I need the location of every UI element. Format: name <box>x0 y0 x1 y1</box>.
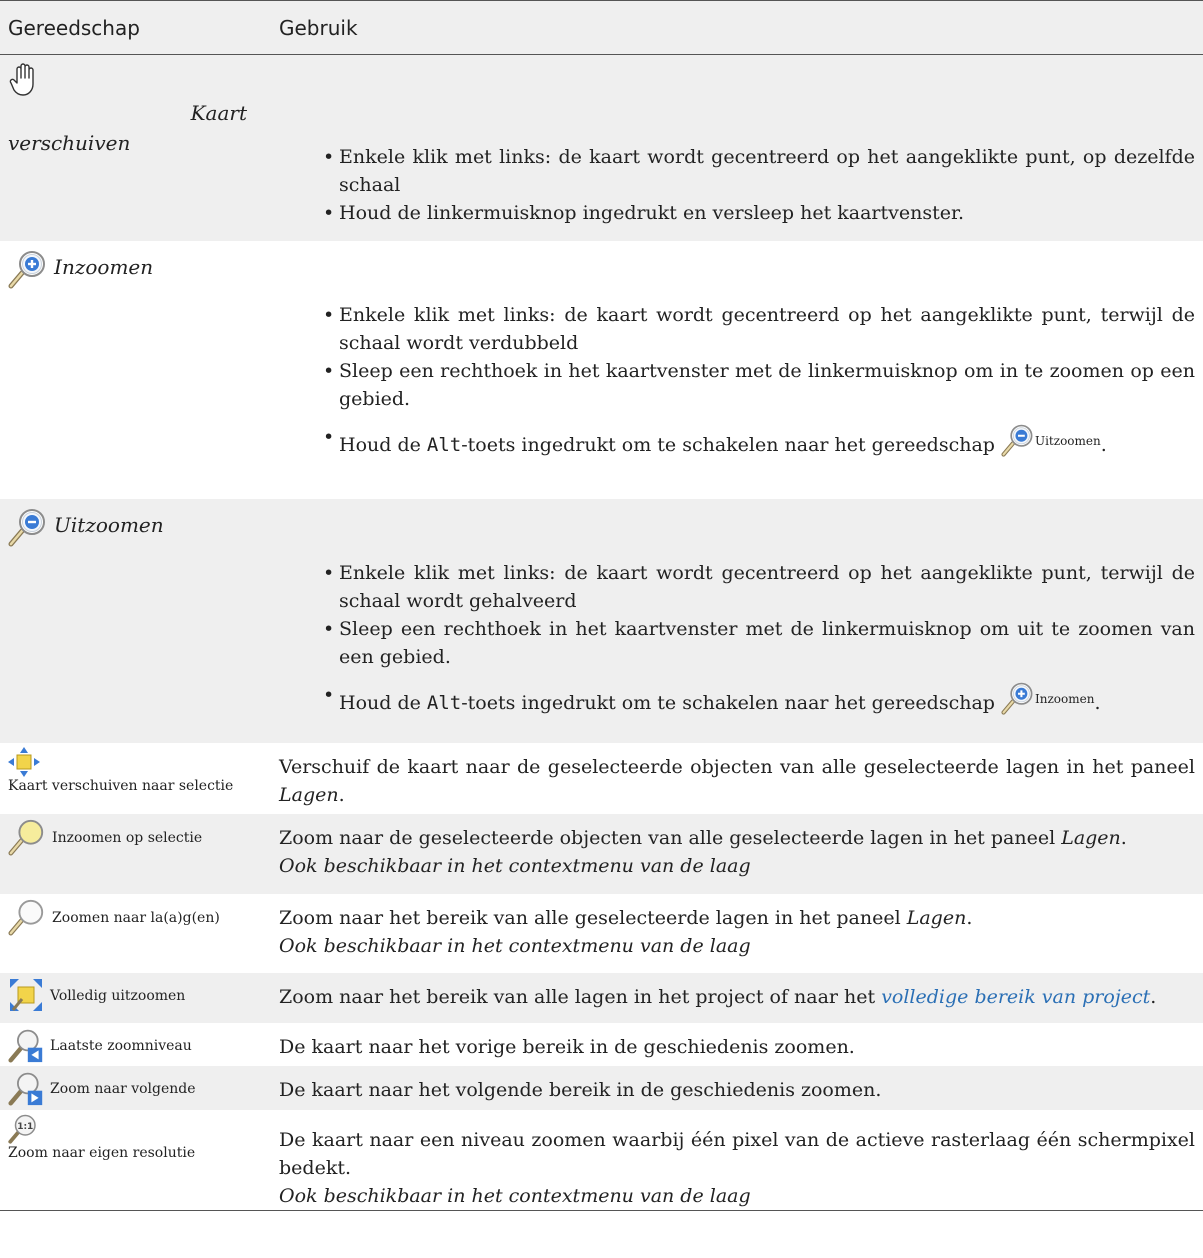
tool-ref: Uitzoomen <box>1034 433 1101 448</box>
tool-label: Inzoomen op selectie <box>52 829 203 846</box>
list-item: Sleep een rechthoek in het kaartvenster … <box>323 615 1195 671</box>
tool-cell: Zoom naar volgende <box>0 1066 271 1110</box>
tool-label-line2: verschuiven <box>8 131 131 155</box>
list-item: Houd de linkermuisknop ingedrukt en vers… <box>323 199 1195 227</box>
tool-cell: Volledig uitzoomen <box>0 973 271 1023</box>
tool-cell: Uitzoomen <box>0 499 271 743</box>
tool-label: Zoomen naar la(a)g(en) <box>52 909 220 926</box>
table-row: Inzoomen Enkele klik met links: de kaart… <box>0 241 1203 499</box>
usage-cell: Zoom naar het bereik van alle lagen in h… <box>279 985 1157 1008</box>
header-tool: Gereedschap <box>0 0 271 55</box>
panel-name: Lagen <box>906 906 967 929</box>
tool-cell: Zoomen naar la(a)g(en) <box>0 894 271 973</box>
tool-cell: Kaart verschuiven naar selectie <box>0 743 271 814</box>
tool-label: Zoom naar volgende <box>50 1080 196 1097</box>
project-extent-link[interactable]: volledige bereik van project <box>881 986 1150 1008</box>
alt-key: Alt <box>426 691 462 714</box>
table-row: Zoom naar volgende De kaart naar het vol… <box>0 1065 1203 1110</box>
zoom-last-icon <box>8 1029 50 1063</box>
usage-cell: De kaart naar het volgende bereik in de … <box>279 1078 882 1101</box>
list-item: Houd de Alt-toets ingedrukt om te schake… <box>323 423 1195 459</box>
table-row: Inzoomen op selectie Zoom naar de gesele… <box>0 813 1203 894</box>
alt-key: Alt <box>426 433 462 456</box>
table-header: Gereedschap Gebruik <box>0 0 1203 55</box>
tool-cell: Laatste zoomniveau <box>0 1023 271 1066</box>
tool-cell: Inzoomen op selectie <box>0 814 271 894</box>
zoom-next-icon <box>8 1072 50 1106</box>
table-row: Uitzoomen Enkele klik met links: de kaar… <box>0 498 1203 743</box>
table-row: 1:1 Zoom naar eigen resolutie De kaart n… <box>0 1110 1203 1211</box>
context-menu-note: Ook beschikbaar in het contextmenu van d… <box>279 854 751 877</box>
zoom-in-icon <box>8 257 54 279</box>
panel-name: Lagen <box>1061 826 1121 849</box>
table-row: Laatste zoomniveau De kaart naar het vor… <box>0 1023 1203 1066</box>
tool-label: Kaart verschuiven naar selectie <box>8 777 234 794</box>
usage-cell: Zoom naar de geselecteerde objecten van … <box>279 826 1127 877</box>
tool-ref: Inzoomen <box>1034 691 1095 706</box>
table-row: Volledig uitzoomen Zoom naar het bereik … <box>0 972 1203 1023</box>
header-usage: Gebruik <box>271 0 1203 55</box>
list-item: Enkele klik met links: de kaart wordt ge… <box>323 143 1195 199</box>
usage-cell: Zoom naar het bereik van alle geselectee… <box>279 906 973 957</box>
tool-label: Laatste zoomniveau <box>50 1037 192 1054</box>
context-menu-note: Ook beschikbaar in het contextmenu van d… <box>279 934 751 957</box>
zoom-actual-size-icon: 1:1 <box>8 1114 38 1144</box>
usage-cell: De kaart naar het vorige bereik in de ge… <box>279 1035 855 1058</box>
pan-hand-icon <box>8 63 40 96</box>
usage-cell: Verschuif de kaart naar de geselecteerde… <box>279 755 1195 806</box>
pan-to-selection-icon <box>8 746 40 777</box>
tool-cell: Inzoomen <box>0 241 271 499</box>
zoom-out-icon <box>8 515 54 537</box>
list-item: Houd de Alt-toets ingedrukt om te schake… <box>323 681 1195 717</box>
list-item: Enkele klik met links: de kaart wordt ge… <box>323 559 1195 615</box>
zoom-in-icon <box>1001 692 1035 714</box>
panel-name: Lagen <box>279 783 339 806</box>
svg-text:1:1: 1:1 <box>17 1122 33 1132</box>
zoom-to-selection-icon <box>8 819 52 856</box>
usage-cell: De kaart naar een niveau zoomen waarbij … <box>279 1128 1195 1207</box>
usage-cell: Enkele klik met links: de kaart wordt ge… <box>271 499 1203 743</box>
context-menu-note: Ook beschikbaar in het contextmenu van d… <box>279 1184 751 1207</box>
table-row: Zoomen naar la(a)g(en) Zoom naar het ber… <box>0 894 1203 973</box>
table-row: Kaart verschuiven naar selectie Verschui… <box>0 743 1203 814</box>
tool-cell: 1:1 Zoom naar eigen resolutie <box>0 1110 271 1211</box>
map-navigation-table: Gereedschap Gebruik Kaart verschuiven En… <box>0 0 1203 1211</box>
tool-label: Uitzoomen <box>54 512 164 537</box>
zoom-full-icon <box>8 978 50 1011</box>
table-row: Kaart verschuiven Enkele klik met links:… <box>0 54 1203 241</box>
list-item: Sleep een rechthoek in het kaartvenster … <box>323 357 1195 413</box>
usage-cell: Enkele klik met links: de kaart wordt ge… <box>271 241 1203 499</box>
tool-cell: Kaart verschuiven <box>0 55 271 241</box>
tool-label: Volledig uitzoomen <box>50 987 186 1004</box>
list-item: Enkele klik met links: de kaart wordt ge… <box>323 301 1195 357</box>
tool-label-line1: Kaart <box>190 101 247 125</box>
tool-label: Inzoomen <box>54 254 154 279</box>
zoom-out-icon <box>1001 434 1035 456</box>
tool-label: Zoom naar eigen resolutie <box>8 1144 196 1161</box>
zoom-to-layer-icon <box>8 899 52 936</box>
usage-cell: Enkele klik met links: de kaart wordt ge… <box>271 55 1203 241</box>
